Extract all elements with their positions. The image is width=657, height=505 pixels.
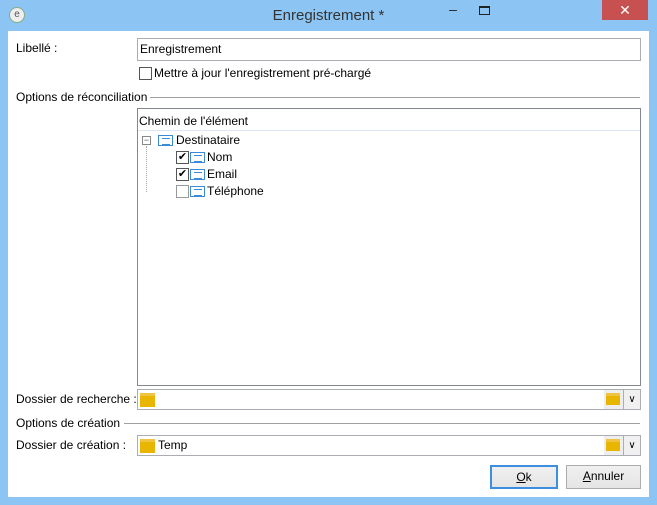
label-label: Libellé : xyxy=(16,41,58,55)
divider xyxy=(124,423,640,424)
title-bar: e Enregistrement * ‒ ✕ xyxy=(0,0,657,31)
minimize-button[interactable]: ‒ xyxy=(439,0,467,20)
tree-item-label: Email xyxy=(207,167,238,181)
tree-item-label: Téléphone xyxy=(207,184,264,198)
folder-icon xyxy=(606,393,620,405)
maximize-button[interactable] xyxy=(470,2,498,20)
maximize-icon xyxy=(479,6,490,15)
creation-folder-value: Temp xyxy=(158,438,188,452)
cancel-label: nnuler xyxy=(590,469,625,483)
folder-icon xyxy=(140,393,155,407)
telephone-checkbox[interactable] xyxy=(176,185,189,198)
reconciliation-section-title: Options de réconciliation xyxy=(16,90,148,104)
window-title: Enregistrement * xyxy=(272,7,385,24)
dropdown-button[interactable]: ∨ xyxy=(623,390,640,409)
creation-section-title: Options de création xyxy=(16,416,121,430)
list-icon xyxy=(190,152,205,163)
folder-icon xyxy=(140,439,155,453)
update-checkbox[interactable] xyxy=(139,67,152,80)
close-button[interactable]: ✕ xyxy=(602,0,648,20)
tree-header[interactable]: Chemin de l'élément xyxy=(138,109,640,131)
tree-root-destinataire[interactable]: Destinataire xyxy=(176,133,240,147)
nom-checkbox[interactable]: ✔ xyxy=(176,151,189,164)
ok-button[interactable]: Ok xyxy=(490,465,558,489)
search-folder-label: Dossier de recherche : xyxy=(16,392,137,406)
folder-icon xyxy=(606,439,620,451)
tree-line xyxy=(146,146,147,192)
divider xyxy=(150,97,640,98)
collapse-icon[interactable]: − xyxy=(142,136,151,145)
cancel-mnemonic: A xyxy=(582,469,591,483)
list-icon xyxy=(190,186,205,197)
tree-item-label: Nom xyxy=(207,150,233,164)
cancel-button[interactable]: Annuler xyxy=(566,465,641,489)
search-folder-input[interactable]: ∨ xyxy=(137,389,641,410)
list-icon xyxy=(190,169,205,180)
dropdown-button[interactable]: ∨ xyxy=(623,436,640,455)
label-input[interactable]: Enregistrement xyxy=(137,38,641,61)
email-checkbox[interactable]: ✔ xyxy=(176,168,189,181)
list-icon xyxy=(158,135,173,146)
ok-mnemonic: O xyxy=(516,470,526,484)
update-checkbox-label: Mettre à jour l'enregistrement pré-charg… xyxy=(154,66,372,80)
browse-folder-button[interactable] xyxy=(604,390,623,409)
ok-label: k xyxy=(525,470,532,484)
creation-folder-label: Dossier de création : xyxy=(16,438,127,452)
browse-folder-button[interactable] xyxy=(604,436,623,455)
creation-folder-input[interactable]: Temp ∨ xyxy=(137,435,641,456)
